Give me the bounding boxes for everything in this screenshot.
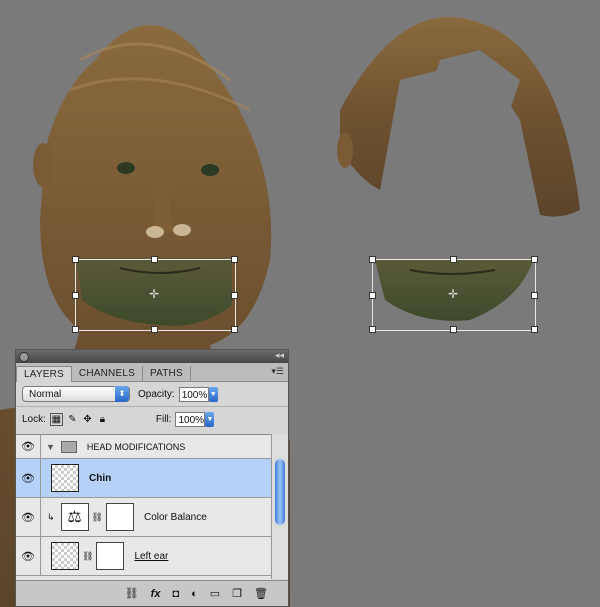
opacity-dropdown-icon[interactable]: ▼ xyxy=(208,386,218,402)
layer-color-balance[interactable]: 👁︎ ↳ ⚖ ⛓ Color Balance xyxy=(16,498,274,537)
layer-list: 👁︎ ▼ HEAD MODIFICATIONS 👁︎ Chin 👁︎ ↳ ⚖ ⛓… xyxy=(16,434,274,580)
lock-all-icon[interactable]: 🔒︎ xyxy=(97,414,108,425)
transform-handle[interactable] xyxy=(72,256,79,263)
transform-handle[interactable] xyxy=(231,292,238,299)
transform-handle[interactable] xyxy=(531,256,538,263)
fill-label: Fill: xyxy=(155,413,172,425)
transform-handle[interactable] xyxy=(369,326,376,333)
transform-handle[interactable] xyxy=(231,326,238,333)
scrollbar-thumb[interactable] xyxy=(275,459,285,525)
chain-link-icon: ⛓ xyxy=(91,511,103,522)
fx-icon[interactable]: fx xyxy=(151,588,161,600)
adjustment-icon[interactable]: ◐ xyxy=(191,588,198,600)
visibility-eye-icon[interactable]: 👁︎ xyxy=(16,498,41,536)
layer-chin[interactable]: 👁︎ Chin xyxy=(16,459,274,498)
transform-handle[interactable] xyxy=(531,326,538,333)
layer-thumbnail xyxy=(51,542,79,570)
collapse-icon[interactable]: ◂◂ xyxy=(275,350,284,361)
transform-handle[interactable] xyxy=(72,292,79,299)
layer-name: Left ear xyxy=(134,550,169,562)
folder-icon xyxy=(60,440,77,453)
transform-handle[interactable] xyxy=(369,256,376,263)
chain-link-icon: ⛓ xyxy=(82,550,94,561)
fill-input[interactable]: 100% xyxy=(175,411,206,427)
disclosure-triangle-icon[interactable]: ▼ xyxy=(46,442,55,452)
blend-mode-select[interactable]: Normal ⬍ xyxy=(22,386,130,402)
layer-mask-thumbnail xyxy=(105,503,134,531)
lock-position-icon[interactable]: ✥ xyxy=(82,414,93,425)
layer-name: Color Balance xyxy=(143,511,207,523)
layers-panel: ◂◂ LAYERS CHANNELS PATHS ▾☰ Normal ⬍ Opa… xyxy=(15,349,289,607)
layer-left-ear[interactable]: 👁︎ ⛓ Left ear xyxy=(16,537,274,576)
layer-thumbnail xyxy=(51,464,79,492)
transform-handle[interactable] xyxy=(231,256,238,263)
lock-row: Lock: ▦ ✎ ✥ 🔒︎ Fill: 100% ▼ xyxy=(16,406,288,431)
panel-footer: ⛓ fx ◘ ◐ ▭ ❐ 🗑︎ xyxy=(16,580,288,606)
layer-mask-thumbnail xyxy=(96,542,125,570)
folder-icon[interactable]: ▭ xyxy=(210,587,220,600)
opacity-label: Opacity: xyxy=(138,388,175,400)
panel-menu-icon[interactable]: ▾☰ xyxy=(271,366,284,377)
tab-paths[interactable]: PATHS xyxy=(143,366,191,381)
balance-scale-icon: ⚖ xyxy=(60,503,89,531)
fill-dropdown-icon[interactable]: ▼ xyxy=(205,411,215,427)
trash-icon[interactable]: 🗑︎ xyxy=(254,587,268,600)
transform-center-icon[interactable]: ✛ xyxy=(447,288,459,300)
clipping-arrow-icon: ↳ xyxy=(47,511,55,522)
transform-handle[interactable] xyxy=(450,256,457,263)
chevron-updown-icon: ⬍ xyxy=(115,386,129,402)
lock-label: Lock: xyxy=(22,413,46,425)
lock-transparency-icon[interactable]: ▦ xyxy=(49,412,63,426)
transform-handle[interactable] xyxy=(369,292,376,299)
link-icon[interactable]: ⛓ xyxy=(125,587,139,600)
visibility-eye-icon[interactable]: 👁︎ xyxy=(16,459,41,497)
transform-handle[interactable] xyxy=(151,256,158,263)
layer-name: Chin xyxy=(89,472,112,484)
layer-scrollbar[interactable] xyxy=(271,434,288,579)
visibility-eye-icon[interactable]: 👁︎ xyxy=(16,537,41,575)
transform-handle[interactable] xyxy=(151,326,158,333)
panel-tabs: LAYERS CHANNELS PATHS ▾☰ xyxy=(16,363,288,382)
lock-pixels-icon[interactable]: ✎ xyxy=(67,414,78,425)
transform-center-icon[interactable]: ✛ xyxy=(148,288,160,300)
opacity-input[interactable]: 100% xyxy=(178,386,209,402)
mask-icon[interactable]: ◘ xyxy=(172,588,179,600)
transform-handle[interactable] xyxy=(450,326,457,333)
transform-handle[interactable] xyxy=(531,292,538,299)
panel-titlebar[interactable]: ◂◂ xyxy=(16,350,288,363)
tab-channels[interactable]: CHANNELS xyxy=(72,366,143,381)
blend-mode-value: Normal xyxy=(29,389,62,400)
visibility-eye-icon[interactable]: 👁︎ xyxy=(16,435,41,458)
tab-layers[interactable]: LAYERS xyxy=(16,366,72,382)
new-layer-icon[interactable]: ❐ xyxy=(232,587,242,600)
layer-group-head-modifications[interactable]: 👁︎ ▼ HEAD MODIFICATIONS xyxy=(16,435,274,459)
close-icon[interactable] xyxy=(19,352,29,362)
blend-row: Normal ⬍ Opacity: 100% ▼ xyxy=(16,382,288,406)
transform-handle[interactable] xyxy=(72,326,79,333)
layer-name: HEAD MODIFICATIONS xyxy=(86,441,186,452)
